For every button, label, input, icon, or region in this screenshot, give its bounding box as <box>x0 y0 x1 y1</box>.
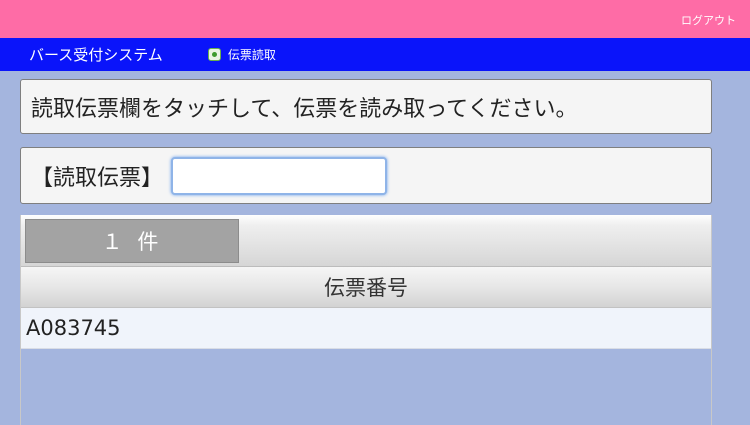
gear-icon <box>207 48 221 61</box>
nav-bar: バース受付システム 伝票読取 <box>0 38 750 71</box>
slip-input-label: 【読取伝票】 <box>31 165 164 191</box>
table-row[interactable]: A083745 <box>21 308 711 349</box>
tab-label: 伝票読取 <box>227 48 276 62</box>
app-title: バース受付システム <box>29 46 163 64</box>
slip-list: １ 件 伝票番号 A083745 <box>20 215 712 425</box>
slip-input[interactable] <box>171 156 388 195</box>
slip-input-panel: 【読取伝票】 <box>20 147 712 204</box>
tab-slip-reading[interactable]: 伝票読取 <box>207 46 276 63</box>
instruction-text: 読取伝票欄をタッチして、伝票を読み取ってください。 <box>31 96 578 122</box>
slip-number-cell: A083745 <box>26 316 121 340</box>
logout-link[interactable]: ログアウト <box>681 12 736 28</box>
column-header-slip-number: 伝票番号 <box>21 267 711 308</box>
instruction-panel: 読取伝票欄をタッチして、伝票を読み取ってください。 <box>20 79 712 134</box>
count-badge: １ 件 <box>25 219 239 263</box>
count-bar: １ 件 <box>21 215 711 267</box>
top-bar: ログアウト <box>0 0 750 38</box>
